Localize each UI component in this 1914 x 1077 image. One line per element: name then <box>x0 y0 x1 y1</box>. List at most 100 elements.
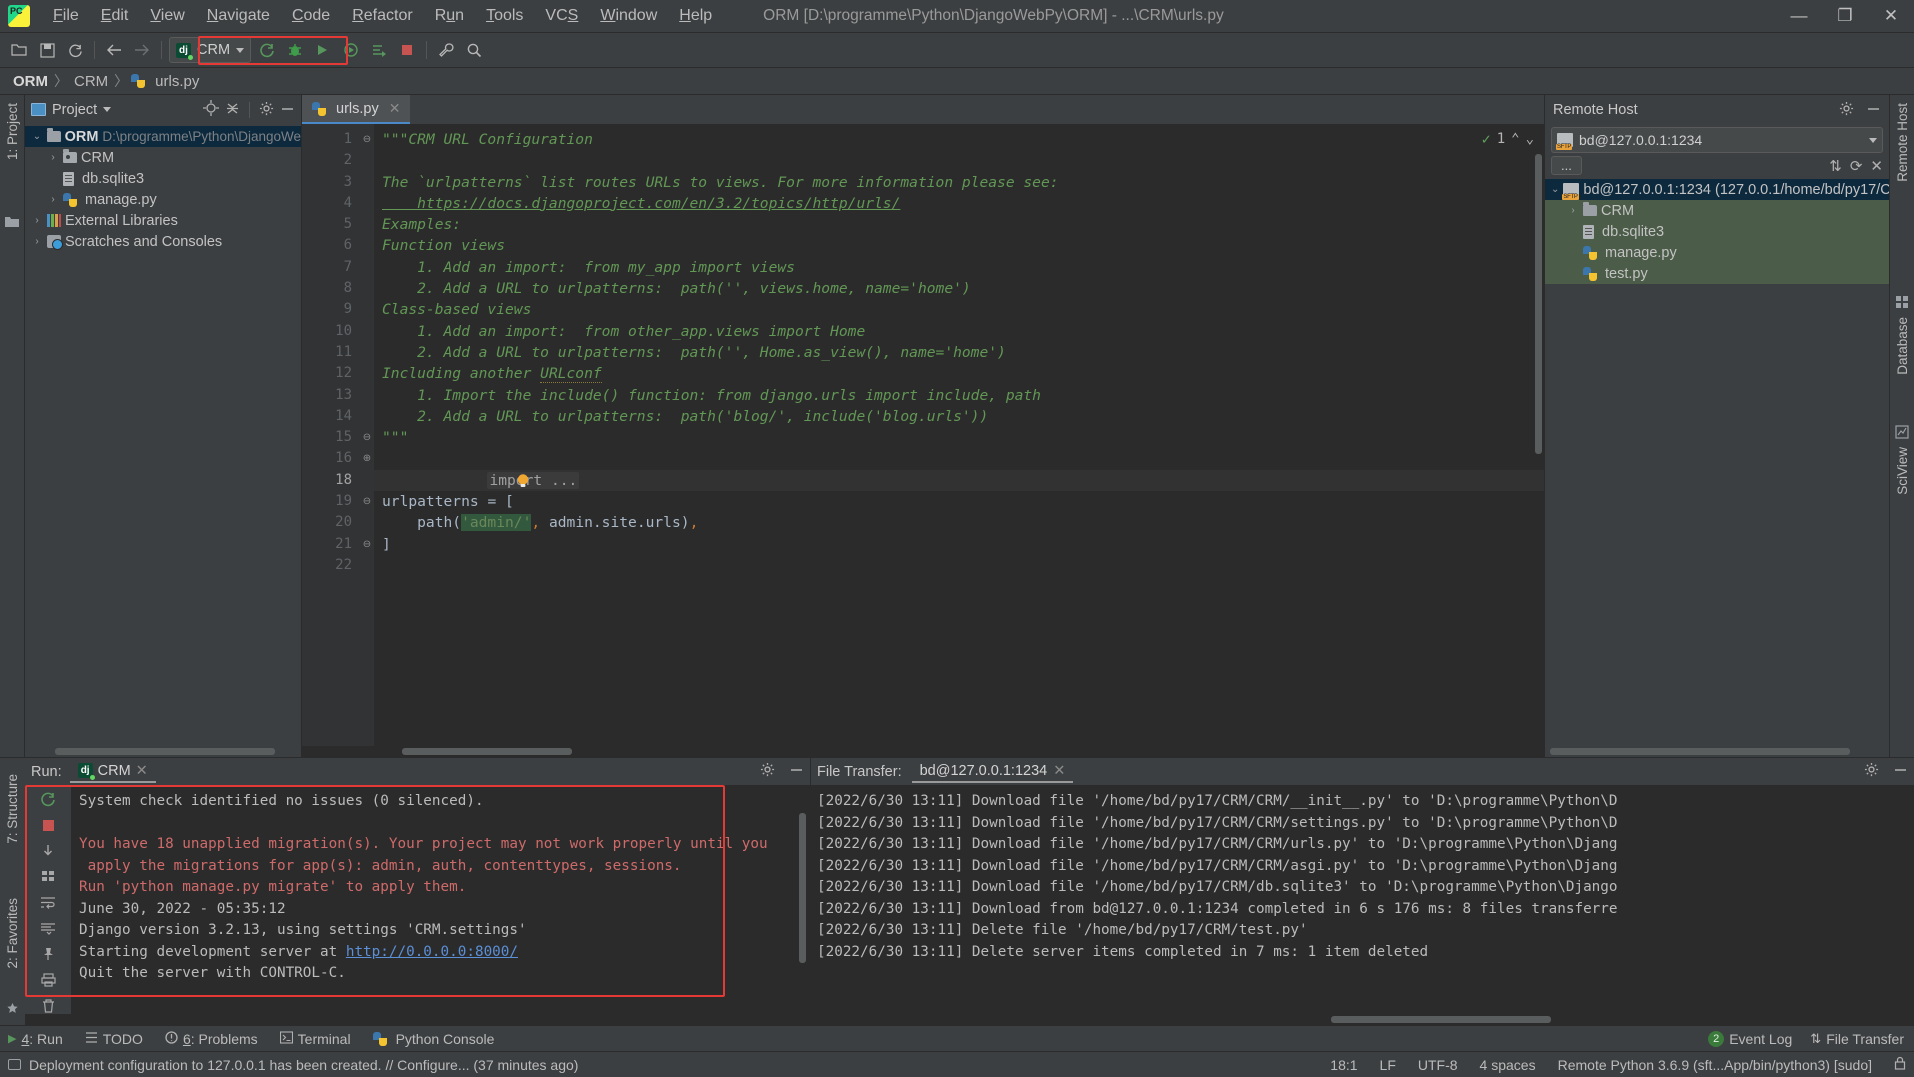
tool-window-event-log[interactable]: 2 Event Log <box>1708 1030 1792 1047</box>
code-line-folded-import[interactable]: import ... <box>374 448 1544 489</box>
remote-tree-item-test[interactable]: test.py <box>1545 263 1889 284</box>
gear-icon[interactable] <box>1839 101 1854 119</box>
breadcrumb-file[interactable]: urls.py <box>152 73 202 90</box>
minimize-button[interactable]: — <box>1776 0 1822 32</box>
sync-icon[interactable] <box>61 37 89 63</box>
wrench-icon[interactable] <box>432 37 460 63</box>
run-with-coverage-icon[interactable] <box>309 37 337 63</box>
run-tab-crm[interactable]: dj CRM ✕ <box>69 761 156 783</box>
status-message[interactable]: Deployment configuration to 127.0.0.1 ha… <box>29 1057 578 1073</box>
project-hscrollbar[interactable] <box>25 746 301 757</box>
caret-position[interactable]: 18:1 <box>1330 1057 1357 1073</box>
refresh-icon[interactable]: ⟳ <box>1850 157 1863 175</box>
menu-vcs[interactable]: VCS <box>534 3 589 29</box>
menu-tools[interactable]: Tools <box>475 3 534 29</box>
soft-wrap-icon[interactable] <box>37 894 59 911</box>
gear-icon[interactable] <box>259 101 274 119</box>
tree-item-scratches[interactable]: › Scratches and Consoles <box>25 231 301 252</box>
hide-panel-icon[interactable] <box>280 101 295 119</box>
breadcrumb-folder[interactable]: CRM <box>71 73 111 90</box>
indent-setting[interactable]: 4 spaces <box>1480 1057 1536 1073</box>
chevron-right-icon[interactable]: › <box>47 152 59 163</box>
menu-window[interactable]: Window <box>589 3 668 29</box>
intention-bulb-icon[interactable] <box>393 451 529 487</box>
stop-icon[interactable] <box>393 37 421 63</box>
remote-tree-item-root[interactable]: ⌄ bd@127.0.0.1:1234 (127.0.0.1/home/bd/p… <box>1545 179 1889 200</box>
menu-edit[interactable]: Edit <box>90 3 140 29</box>
tree-item-orm[interactable]: ⌄ ORM D:\programme\Python\DjangoWe <box>25 126 301 147</box>
attach-process-icon[interactable] <box>365 37 393 63</box>
stop-icon[interactable] <box>37 817 59 834</box>
tree-item-crm[interactable]: › CRM <box>25 147 301 168</box>
run-configuration-selector[interactable]: dj CRM <box>169 37 252 63</box>
tree-item-db-sqlite3[interactable]: db.sqlite3 <box>25 168 301 189</box>
browse-button[interactable]: ... <box>1551 156 1582 175</box>
hide-panel-icon[interactable] <box>789 762 804 781</box>
close-icon[interactable]: ✕ <box>389 100 401 117</box>
tree-item-external-libraries[interactable]: › External Libraries <box>25 210 301 231</box>
tool-window-terminal[interactable]: Terminal <box>279 1031 351 1047</box>
rail-structure-folder-icon[interactable] <box>5 215 19 230</box>
gear-icon[interactable] <box>760 762 775 781</box>
clear-all-icon[interactable] <box>37 997 59 1014</box>
fold-gutter[interactable]: ⊖ ⊖ ⊕ ⊖ ⊖ <box>360 124 374 746</box>
scroll-down-icon[interactable] <box>37 843 59 860</box>
remote-tree-item-db[interactable]: db.sqlite3 <box>1545 221 1889 242</box>
hide-panel-icon[interactable] <box>1866 101 1881 119</box>
back-icon[interactable] <box>100 37 128 63</box>
fold-marker[interactable]: ⊖ <box>360 491 374 512</box>
gear-icon[interactable] <box>1864 762 1879 781</box>
code-editor[interactable]: 1 2 3 4 5 6 7 8 9 10 11 12 13 14 15 16 1 <box>302 124 1544 746</box>
menu-refactor[interactable]: Refactor <box>341 3 423 29</box>
open-folder-icon[interactable] <box>5 37 33 63</box>
project-tree[interactable]: ⌄ ORM D:\programme\Python\DjangoWe › CRM… <box>25 124 301 746</box>
fold-marker[interactable]: ⊖ <box>360 129 374 150</box>
editor-horizontal-scrollbar[interactable] <box>302 746 1544 757</box>
print-icon[interactable] <box>37 971 59 988</box>
run-console-output[interactable]: System check identified no issues (0 sil… <box>71 785 810 1014</box>
tool-window-todo[interactable]: TODO <box>85 1031 143 1047</box>
inspection-prev-icon[interactable]: ⌃ <box>1511 131 1519 147</box>
rerun-icon[interactable] <box>37 791 59 808</box>
code-text[interactable]: """CRM URL Configuration The `urlpattern… <box>374 124 1544 746</box>
save-icon[interactable] <box>33 37 61 63</box>
sync-transfer-icon[interactable]: ⇅ <box>1829 157 1842 175</box>
menu-file[interactable]: File <box>42 3 90 29</box>
inspection-widget[interactable]: ✓ 1 ⌃ ⌄ <box>1482 130 1534 148</box>
fold-marker[interactable]: ⊖ <box>360 534 374 555</box>
tree-item-manage-py[interactable]: › manage.py <box>25 189 301 210</box>
lock-icon[interactable] <box>1894 1056 1906 1073</box>
rail-project-label[interactable]: 1: Project <box>5 103 20 160</box>
chevron-right-icon[interactable]: › <box>31 215 43 226</box>
line-separator[interactable]: LF <box>1380 1057 1396 1073</box>
file-transfer-tab[interactable]: bd@127.0.0.1:1234 ✕ <box>911 761 1074 783</box>
file-transfer-hscrollbar[interactable] <box>811 1014 1914 1025</box>
chevron-down-icon[interactable] <box>236 47 245 53</box>
remote-hscrollbar[interactable] <box>1545 746 1889 757</box>
close-button[interactable]: ✕ <box>1868 0 1914 32</box>
pin-icon[interactable] <box>37 946 59 963</box>
scroll-to-end-icon[interactable] <box>37 920 59 937</box>
collapse-all-icon[interactable] <box>225 101 240 119</box>
dump-threads-icon[interactable] <box>37 868 59 885</box>
menu-run[interactable]: Run <box>424 3 475 29</box>
search-icon[interactable] <box>460 37 488 63</box>
python-interpreter[interactable]: Remote Python 3.6.9 (sft...App/bin/pytho… <box>1558 1057 1872 1073</box>
rail-database-label[interactable]: Database <box>1895 317 1910 375</box>
run-icon[interactable] <box>253 37 281 63</box>
chevron-right-icon[interactable]: › <box>47 194 59 205</box>
remote-tree-item-crm[interactable]: › CRM <box>1545 200 1889 221</box>
chevron-down-icon[interactable]: ⌄ <box>31 131 43 142</box>
tool-window-run[interactable]: ▶ 4: Run <box>8 1031 63 1047</box>
rail-structure-label[interactable]: 7: Structure <box>5 774 20 844</box>
fold-marker[interactable]: ⊖ <box>360 427 374 448</box>
menu-code[interactable]: Code <box>281 3 341 29</box>
console-scrollbar[interactable] <box>799 813 806 963</box>
server-url-link[interactable]: http://0.0.0.0:8000/ <box>346 944 518 960</box>
tool-window-file-transfer[interactable]: ⇅ File Transfer <box>1810 1031 1904 1047</box>
menu-help[interactable]: Help <box>668 3 723 29</box>
fold-marker-expand[interactable]: ⊕ <box>360 448 374 469</box>
tool-window-python-console[interactable]: Python Console <box>372 1031 494 1047</box>
debug-icon[interactable] <box>281 37 309 63</box>
locate-icon[interactable] <box>203 100 219 119</box>
